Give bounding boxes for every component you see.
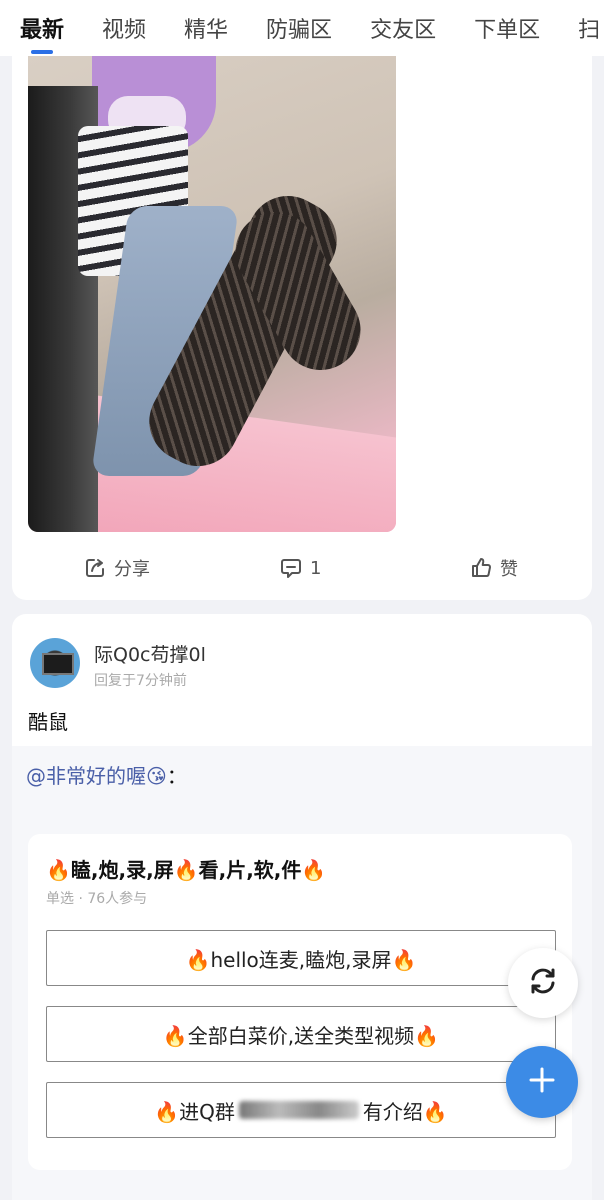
post-card: 分享 1 赞 [12, 56, 592, 600]
refresh-button[interactable] [508, 948, 578, 1018]
poll-option-label: 🔥hello连麦,瞌炮,录屏🔥 [185, 947, 417, 972]
user-name[interactable]: 际Q0c苟撑0l [94, 640, 206, 667]
avatar[interactable] [30, 638, 80, 688]
add-post-button[interactable] [506, 1046, 578, 1118]
share-icon [84, 557, 106, 579]
avatar-image [42, 653, 74, 675]
tab-video[interactable]: 视频 [102, 12, 146, 44]
refresh-icon [526, 964, 560, 1002]
share-label: 分享 [114, 559, 150, 580]
mention-line: @非常好的喔😘： [26, 760, 187, 789]
poll-title: 🔥瞌,炮,录,屏🔥看,片,软,件🔥 [46, 858, 327, 882]
like-label: 赞 [500, 559, 518, 580]
poll-option-label: 🔥进Q群 [154, 1099, 235, 1124]
comment-count: 1 [310, 557, 322, 579]
tab-latest[interactable]: 最新 [20, 12, 65, 54]
tab-more[interactable]: 扫 [578, 12, 600, 44]
mention-link[interactable]: @非常好的喔😘 [26, 764, 167, 788]
comment-icon [280, 557, 302, 579]
poll-option-label: 🔥全部白菜价,送全类型视频🔥 [162, 1023, 440, 1048]
like-button[interactable]: 赞 [470, 550, 518, 586]
tab-friends[interactable]: 交友区 [370, 12, 436, 44]
top-tab-bar: 最新 视频 精华 防骗区 交友区 下单区 扫 [0, 0, 604, 56]
poll-meta: 单选 · 76人参与 [46, 891, 148, 907]
poll-card: 🔥瞌,炮,录,屏🔥看,片,软,件🔥 单选 · 76人参与 🔥hello连麦,瞌炮… [28, 834, 572, 1170]
redacted-text [238, 1101, 359, 1119]
tab-featured[interactable]: 精华 [184, 12, 228, 44]
poll-option-label-end: 有介绍🔥 [362, 1099, 448, 1124]
tab-orders[interactable]: 下单区 [474, 12, 540, 44]
poll-option[interactable]: 🔥进Q群 有介绍🔥 [46, 1082, 556, 1138]
thumbs-up-icon [470, 557, 492, 579]
post-actions: 分享 1 赞 [12, 550, 592, 586]
post-photo[interactable] [28, 56, 396, 532]
mention-colon: ： [166, 764, 187, 788]
tab-anti-fraud[interactable]: 防骗区 [266, 12, 332, 44]
poll-option[interactable]: 🔥全部白菜价,送全类型视频🔥 [46, 1006, 556, 1062]
post-title: 酷鼠 [28, 710, 68, 734]
post-time: 回复于7分钟前 [94, 673, 187, 689]
plus-icon [527, 1065, 557, 1099]
poll-option[interactable]: 🔥hello连麦,瞌炮,录屏🔥 [46, 930, 556, 986]
comment-button[interactable]: 1 [280, 550, 321, 586]
active-tab-indicator [31, 50, 53, 54]
share-button[interactable]: 分享 [84, 550, 150, 586]
tab-label: 最新 [20, 18, 65, 43]
post-card: 际Q0c苟撑0l 回复于7分钟前 酷鼠 @非常好的喔😘： 🔥瞌,炮,录,屏🔥看,… [12, 614, 592, 1200]
quoted-content: @非常好的喔😘： 🔥瞌,炮,录,屏🔥看,片,软,件🔥 单选 · 76人参与 🔥h… [12, 746, 592, 1200]
